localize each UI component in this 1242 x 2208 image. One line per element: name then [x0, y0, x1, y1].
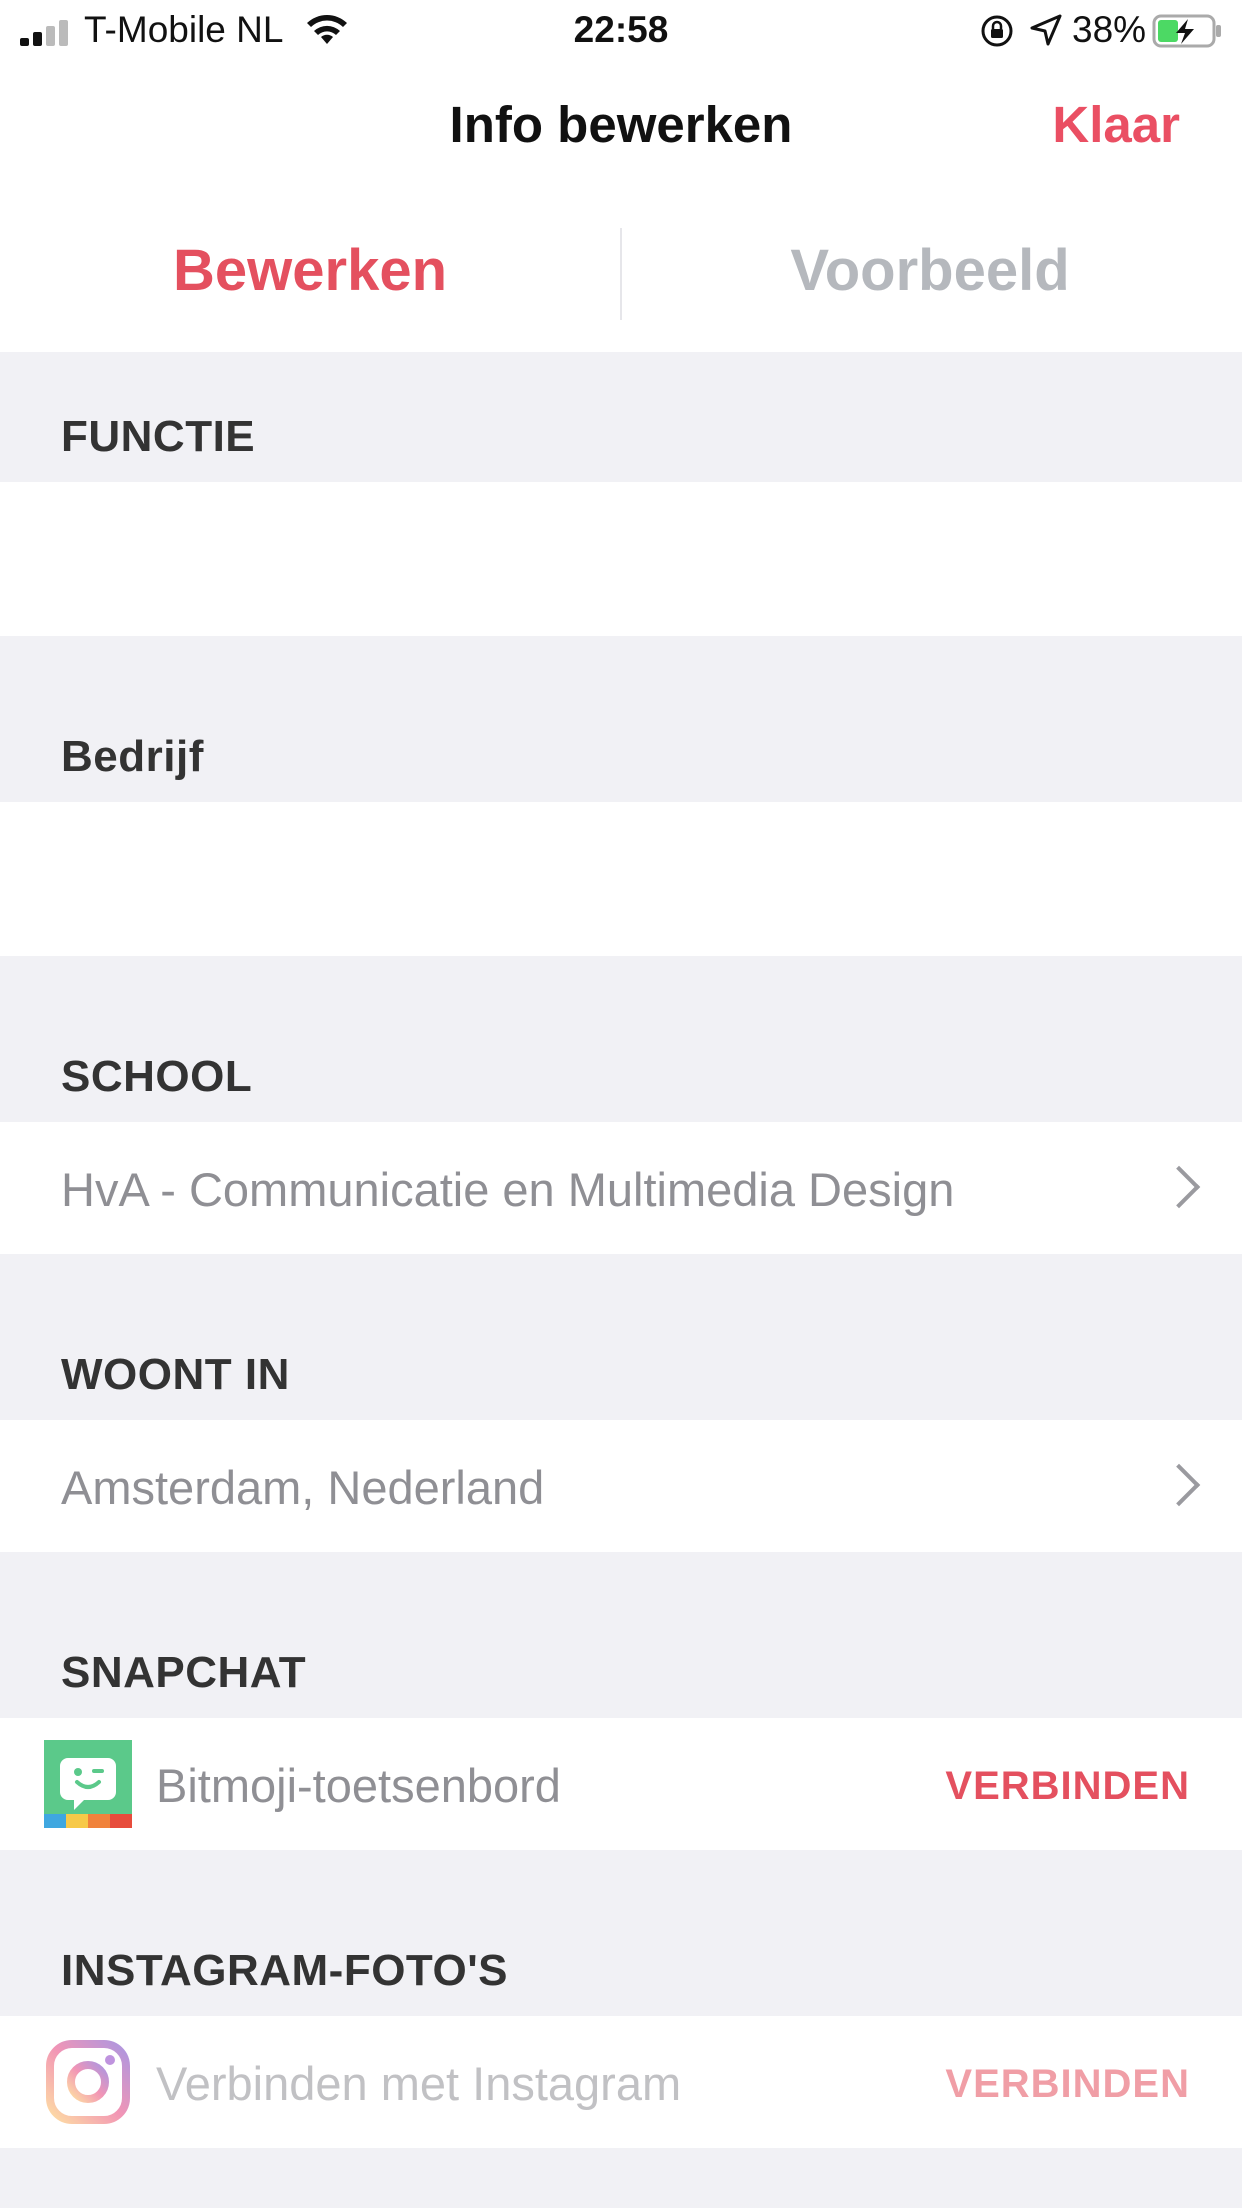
- tab-edit[interactable]: Bewerken: [0, 237, 620, 304]
- tab-preview[interactable]: Voorbeeld: [620, 237, 1240, 304]
- done-button[interactable]: Klaar: [1052, 95, 1180, 154]
- bedrijf-input[interactable]: [0, 802, 1242, 956]
- bitmoji-icon: [44, 1740, 132, 1828]
- functie-input[interactable]: [0, 482, 1242, 636]
- battery-icon: [1152, 14, 1224, 48]
- woont-in-value: Amsterdam, Nederland: [61, 1461, 545, 1514]
- instagram-row: Verbinden met Instagram VERBINDEN: [0, 2016, 1242, 2148]
- section-label-school: SCHOOL: [61, 1052, 253, 1101]
- orientation-lock-icon: [980, 14, 1014, 48]
- instagram-connect-button[interactable]: VERBINDEN: [945, 2062, 1190, 2107]
- school-value: HvA - Communicatie en Multimedia Design: [61, 1163, 955, 1216]
- section-label-instagram: INSTAGRAM-FOTO'S: [61, 1946, 509, 1995]
- snapchat-connect-button[interactable]: VERBINDEN: [945, 1764, 1190, 1809]
- chevron-right-icon: [1157, 1463, 1201, 1507]
- location-icon: [1030, 14, 1062, 46]
- chevron-right-icon: [1157, 1165, 1201, 1209]
- section-label-bedrijf: Bedrijf: [61, 732, 204, 781]
- snapchat-row: Bitmoji-toetsenbord VERBINDEN: [0, 1718, 1242, 1850]
- bitmoji-label: Bitmoji-toetsenbord: [156, 1759, 561, 1812]
- status-bar: T-Mobile NL 22:58 38%: [0, 0, 1242, 62]
- instagram-label: Verbinden met Instagram: [156, 2057, 682, 2110]
- battery-percent: 38%: [1072, 9, 1147, 50]
- section-label-snapchat: SNAPCHAT: [61, 1648, 307, 1697]
- section-label-functie: FUNCTIE: [61, 412, 256, 461]
- school-row[interactable]: HvA - Communicatie en Multimedia Design: [0, 1122, 1242, 1254]
- woont-in-row[interactable]: Amsterdam, Nederland: [0, 1420, 1242, 1552]
- instagram-icon: [44, 2038, 132, 2126]
- section-label-woont-in: WOONT IN: [61, 1350, 290, 1399]
